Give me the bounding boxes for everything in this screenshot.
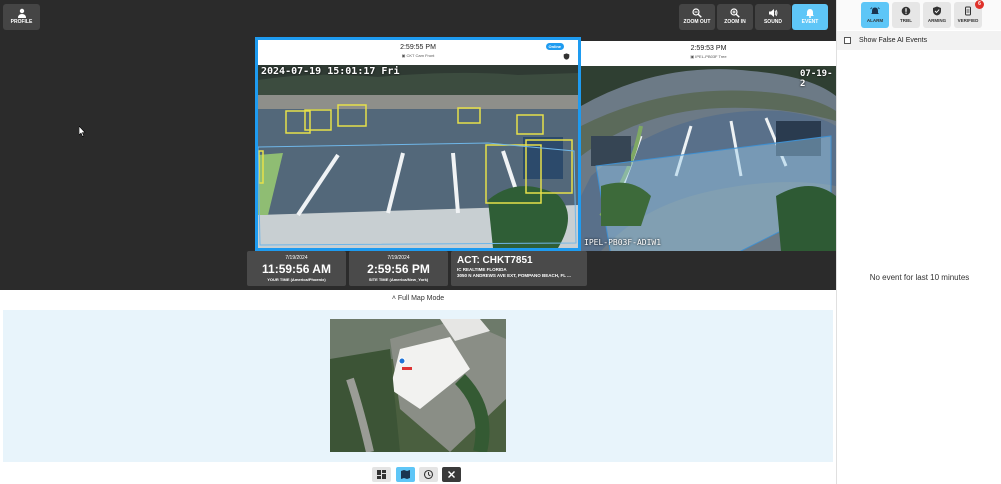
tab-verified-label: VERIFIED: [957, 18, 979, 23]
tab-verified[interactable]: VERIFIED 6: [954, 0, 984, 28]
close-button[interactable]: [442, 467, 461, 482]
shield-icon: [933, 6, 941, 16]
zoom-out-label: ZOOM OUT: [683, 19, 711, 25]
full-map-mode-toggle[interactable]: ˄ Full Map Mode: [0, 291, 836, 307]
site-time-card: 7/19/2024 2:59:56 PM SITE TIME (America/…: [349, 251, 448, 286]
person-icon: [17, 8, 26, 18]
online-badge: Online: [545, 43, 564, 50]
camera-feed-tree[interactable]: 07-19-2 IPEL-PB03F-ADIW1: [581, 66, 836, 251]
alarm-icon: [870, 7, 880, 14]
tab-alarm[interactable]: ALARM: [861, 2, 889, 28]
show-false-ai-events-toggle[interactable]: Show False AI Events: [837, 31, 1001, 50]
event-tabs: ALARM TRBL ARMING VERIFIED 6: [837, 0, 1001, 30]
camera-time: 2:59:55 PM: [400, 44, 436, 51]
map-view-button[interactable]: [396, 467, 415, 482]
zoom-in-label: ZOOM IN: [724, 19, 746, 25]
verified-icon: [965, 6, 971, 16]
tab-alarm-label: ALARM: [866, 18, 884, 23]
company-name: IC REALTIME FLORIDA: [457, 267, 507, 272]
grid-view-icon: [377, 470, 386, 479]
camera-overlay-timestamp: 2024-07-19 15:01:17 Fri: [261, 66, 400, 77]
camera-feed-front[interactable]: 2024-07-19 15:01:17 Fri: [258, 65, 578, 248]
sound-button[interactable]: SOUND: [755, 4, 791, 30]
camera-overlay-timestamp: 07-19-2: [800, 69, 833, 89]
zoom-in-icon: [730, 8, 740, 18]
camera-name: IPEL-PB03F Tree: [695, 54, 727, 59]
tab-arming-label: ARMING: [927, 18, 947, 23]
camera-time: 2:59:53 PM: [690, 45, 727, 52]
grid-view-button[interactable]: [372, 467, 391, 482]
camera-tile-tree[interactable]: 2:59:53 PM ▣ IPEL-PB03F Tree 07-19-2 IPE…: [581, 41, 836, 251]
map-icon: [401, 470, 410, 479]
your-time-label: YOUR TIME (America/Phoenix): [267, 277, 326, 282]
camera-name: CKT Cam Front: [406, 53, 435, 58]
tab-trouble[interactable]: TRBL: [892, 2, 920, 28]
empty-events-message: No event for last 10 minutes: [869, 273, 970, 282]
event-panel: ALARM TRBL ARMING VERIFIED 6 Show False …: [836, 0, 1001, 484]
event-button[interactable]: EVENT: [792, 4, 828, 30]
zoom-out-icon: [692, 8, 702, 18]
your-time: 11:59:56 AM: [262, 262, 331, 276]
tab-trouble-label: TRBL: [900, 18, 912, 23]
shield-icon[interactable]: [563, 53, 570, 60]
history-button[interactable]: [419, 467, 438, 482]
tab-arming[interactable]: ARMING: [923, 2, 951, 28]
sound-label: SOUND: [763, 19, 783, 25]
account-card: ACT: CHKT7851 IC REALTIME FLORIDA 3050 N…: [451, 251, 587, 286]
show-false-ai-checkbox[interactable]: [844, 37, 851, 44]
camera-header: 2:59:53 PM ▣ IPEL-PB03F Tree: [581, 41, 836, 66]
trouble-icon: [901, 6, 911, 16]
camera-icon: ▣: [690, 54, 695, 59]
zoom-in-button[interactable]: ZOOM IN: [717, 4, 753, 30]
full-map-mode-label: Full Map Mode: [397, 295, 445, 302]
camera-header: 2:59:55 PM ▣ CKT Cam Front Online: [258, 40, 578, 65]
site-address: 3050 N ANDREWS AVE EXT, POMPANO BEACH, F…: [457, 273, 571, 278]
verified-count-badge: 6: [975, 0, 984, 9]
chevron-up-icon: ˄: [391, 295, 396, 302]
show-false-ai-label: Show False AI Events: [859, 37, 928, 44]
camera-overlay-label: IPEL-PB03F-ADIW1: [584, 238, 662, 247]
site-time-label: SITE TIME (America/New_York): [368, 277, 429, 282]
camera-scene-tree: [581, 66, 836, 251]
account-number: ACT: CHKT7851: [457, 255, 533, 266]
site-date: 7/19/2024: [387, 255, 410, 261]
camera-tile-front[interactable]: 2:59:55 PM ▣ CKT Cam Front Online 2024-0…: [255, 37, 581, 251]
your-time-card: 7/19/2024 11:59:56 AM YOUR TIME (America…: [247, 251, 346, 286]
profile-label: PROFILE: [10, 19, 33, 25]
satellite-map[interactable]: [330, 319, 506, 452]
mouse-cursor-icon: [79, 126, 86, 137]
camera-icon: ▣: [401, 53, 406, 58]
profile-button[interactable]: PROFILE: [3, 4, 40, 30]
event-label: EVENT: [801, 19, 819, 25]
sound-icon: [769, 9, 778, 17]
zoom-out-button[interactable]: ZOOM OUT: [679, 4, 715, 30]
close-icon: [448, 471, 455, 478]
history-icon: [423, 469, 434, 480]
your-date: 7/19/2024: [285, 255, 308, 261]
camera-scene-front: [258, 65, 578, 248]
bell-icon: [806, 9, 814, 18]
site-time: 2:59:56 PM: [367, 262, 430, 276]
